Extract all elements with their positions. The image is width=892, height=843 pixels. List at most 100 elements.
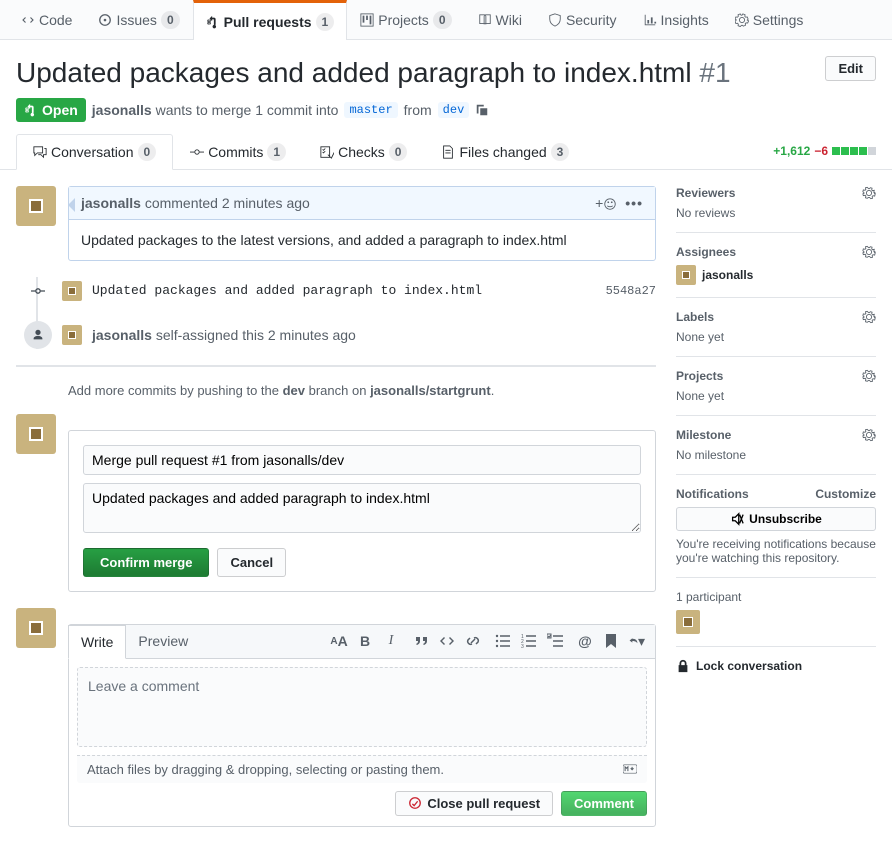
diff-blocks <box>832 147 876 155</box>
tab-checks[interactable]: Checks 0 <box>303 134 424 169</box>
preview-tab[interactable]: Preview <box>126 625 200 657</box>
gear-icon[interactable] <box>862 245 876 259</box>
italic-icon[interactable]: I <box>383 633 399 649</box>
lock-conversation[interactable]: Lock conversation <box>676 659 876 673</box>
timeline: jasonalls commented 2 minutes ago + ••• … <box>16 186 656 827</box>
attach-hint-text[interactable]: Attach files by dragging & dropping, sel… <box>87 762 444 777</box>
nav-projects[interactable]: Projects 0 <box>347 0 464 39</box>
tasklist-icon[interactable] <box>547 633 563 649</box>
participants-count: 1 participant <box>676 590 741 604</box>
assignee-item[interactable]: jasonalls <box>676 265 876 285</box>
unsubscribe-button[interactable]: Unsubscribe <box>676 507 876 531</box>
comment-discussion-icon <box>33 145 47 159</box>
gear-icon[interactable] <box>862 310 876 324</box>
list-unordered-icon[interactable] <box>495 633 511 649</box>
nav-settings-label: Settings <box>753 12 804 28</box>
write-tab[interactable]: Write <box>68 625 126 659</box>
cancel-merge-button[interactable]: Cancel <box>217 548 286 577</box>
close-pr-icon <box>408 796 422 810</box>
nav-code[interactable]: Code <box>8 0 85 39</box>
push-hint: Add more commits by pushing to the dev b… <box>68 383 656 398</box>
avatar[interactable] <box>62 281 82 301</box>
mention-icon[interactable]: @ <box>577 633 593 649</box>
edit-button[interactable]: Edit <box>825 56 876 81</box>
event-author[interactable]: jasonalls <box>92 327 152 343</box>
markdown-icon[interactable] <box>623 762 637 776</box>
nav-pulls-label: Pull requests <box>224 14 312 30</box>
sidebar-reviewers-value: No reviews <box>676 206 876 220</box>
bold-icon[interactable]: B <box>357 633 373 649</box>
gear-icon[interactable] <box>862 428 876 442</box>
list-ordered-icon[interactable]: 123 <box>521 633 537 649</box>
copy-icon[interactable] <box>475 103 489 117</box>
merge-form: Updated packages and added paragraph to … <box>16 414 656 592</box>
comment-action: commented <box>145 195 218 211</box>
merge-title-input[interactable] <box>83 445 641 475</box>
graph-icon <box>643 13 657 27</box>
nav-security[interactable]: Security <box>535 0 630 39</box>
participant-avatar[interactable] <box>676 610 700 634</box>
tab-commits[interactable]: Commits 1 <box>173 134 303 169</box>
pr-header: Updated packages and added paragraph to … <box>0 40 892 122</box>
avatar[interactable] <box>16 186 56 226</box>
sidebar-labels-value: None yet <box>676 330 876 344</box>
tab-conversation[interactable]: Conversation 0 <box>16 134 173 170</box>
opening-comment: jasonalls commented 2 minutes ago + ••• … <box>16 186 656 261</box>
sidebar-notifications: Notifications Customize Unsubscribe You'… <box>676 487 876 578</box>
sidebar-milestone-value: No milestone <box>676 448 876 462</box>
tab-conversation-label: Conversation <box>51 144 134 160</box>
comment-author[interactable]: jasonalls <box>81 195 141 211</box>
avatar[interactable] <box>16 414 56 454</box>
nav-security-label: Security <box>566 12 617 28</box>
link-icon[interactable] <box>465 633 481 649</box>
reaction-add[interactable]: + <box>595 195 617 211</box>
mute-icon <box>730 512 744 526</box>
nav-insights[interactable]: Insights <box>630 0 722 39</box>
sidebar-projects-value: None yet <box>676 389 876 403</box>
svg-text:3: 3 <box>521 644 524 649</box>
new-comment-form: Write Preview AA B I <box>16 608 656 827</box>
nav-wiki[interactable]: Wiki <box>465 0 535 39</box>
merge-body-input[interactable]: Updated packages and added paragraph to … <box>83 483 641 533</box>
event-text: self-assigned this 2 minutes ago <box>156 327 356 343</box>
pr-meta-text: wants to merge 1 commit into <box>156 102 339 118</box>
quote-icon[interactable] <box>413 633 429 649</box>
book-icon <box>478 13 492 27</box>
nav-issues[interactable]: Issues 0 <box>85 0 192 39</box>
sidebar-assignees-title: Assignees <box>676 245 736 259</box>
bookmark-icon[interactable] <box>603 633 619 649</box>
avatar[interactable] <box>62 325 82 345</box>
gear-icon[interactable] <box>862 186 876 200</box>
close-pr-button[interactable]: Close pull request <box>395 791 553 816</box>
comment-button[interactable]: Comment <box>561 791 647 816</box>
pr-title: Updated packages and added paragraph to … <box>16 56 731 90</box>
commit-icon <box>31 284 45 298</box>
avatar[interactable] <box>16 608 56 648</box>
comment-body: Updated packages to the latest versions,… <box>69 220 655 260</box>
comment-menu[interactable]: ••• <box>625 195 643 211</box>
nav-settings[interactable]: Settings <box>722 0 817 39</box>
confirm-merge-button[interactable]: Confirm merge <box>83 548 209 577</box>
heading-icon[interactable]: AA <box>331 633 347 649</box>
gear-icon[interactable] <box>862 369 876 383</box>
pull-request-icon <box>24 103 38 117</box>
nav-code-label: Code <box>39 12 72 28</box>
commit-sha[interactable]: 5548a27 <box>606 284 656 298</box>
tab-files[interactable]: Files changed 3 <box>424 134 586 169</box>
code-icon[interactable] <box>439 633 455 649</box>
nav-pulls[interactable]: Pull requests 1 <box>193 0 348 40</box>
sidebar-participants: 1 participant <box>676 590 876 647</box>
sidebar-projects-title: Projects <box>676 369 723 383</box>
issue-icon <box>98 13 112 27</box>
smiley-icon <box>603 197 617 211</box>
commit-message[interactable]: Updated packages and added paragraph to … <box>92 283 482 298</box>
pr-meta: Open jasonalls wants to merge 1 commit i… <box>16 98 876 122</box>
base-branch[interactable]: master <box>344 102 397 118</box>
pr-author[interactable]: jasonalls <box>92 102 152 118</box>
head-branch[interactable]: dev <box>438 102 470 118</box>
diff-deletions: −6 <box>814 144 828 158</box>
tab-checks-label: Checks <box>338 144 385 160</box>
reply-icon[interactable]: ▾ <box>629 633 645 649</box>
comment-textarea[interactable]: Leave a comment <box>77 667 647 747</box>
customize-link[interactable]: Customize <box>815 487 876 501</box>
